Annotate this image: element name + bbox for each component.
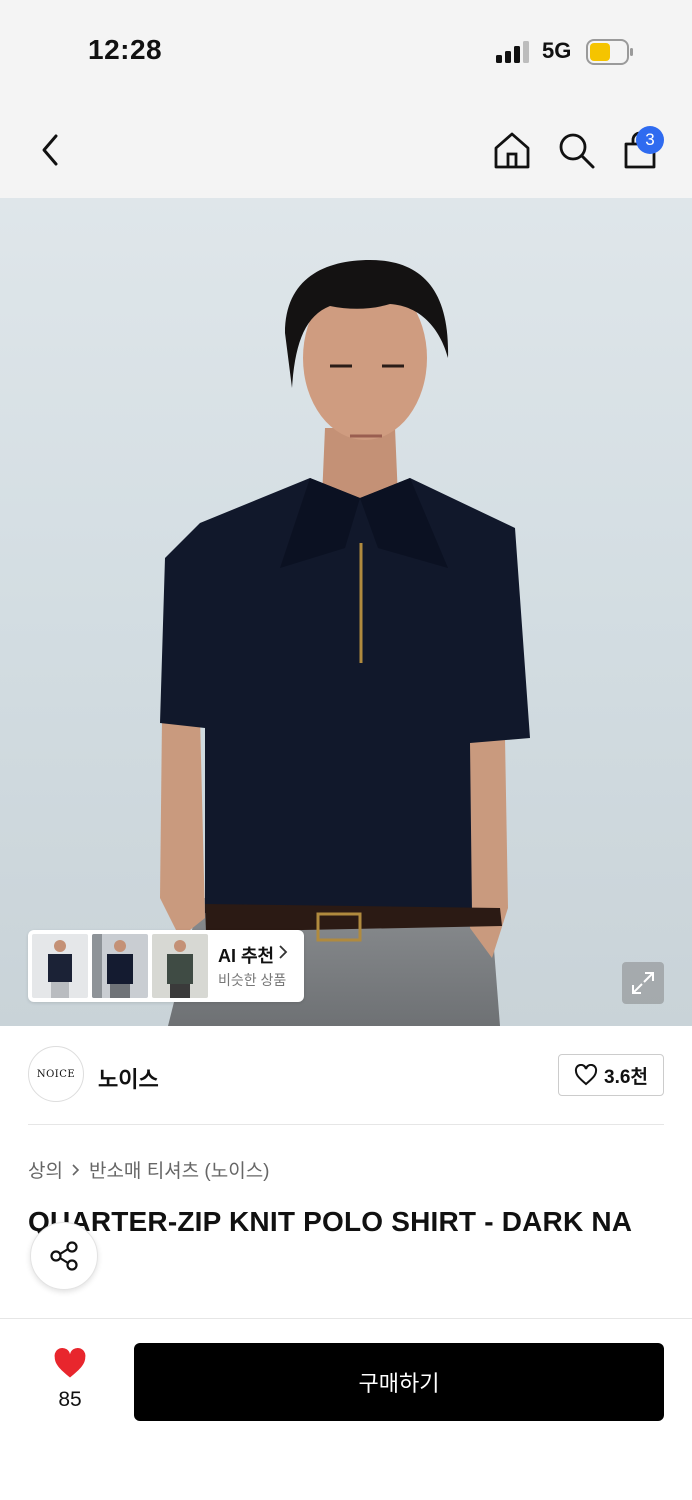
ai-recommend-title: AI 추천 bbox=[218, 946, 275, 966]
recommend-thumbnail[interactable] bbox=[152, 934, 208, 998]
cart-count-badge: 3 bbox=[636, 126, 664, 154]
product-title: QUARTER-ZIP KNIT POLO SHIRT - DARK NA bbox=[28, 1206, 633, 1237]
brand-name[interactable]: 노이스 bbox=[98, 1062, 159, 1094]
thumbnail-image bbox=[48, 940, 72, 998]
brand-logo-text: NOICE bbox=[36, 1068, 76, 1080]
expand-image-button[interactable] bbox=[622, 962, 664, 1004]
ai-recommend-card[interactable]: AI 추천 비슷한 상품 bbox=[28, 930, 304, 1002]
thumbnail-image bbox=[92, 934, 133, 998]
expand-icon bbox=[632, 972, 654, 994]
divider bbox=[28, 1124, 664, 1125]
chevron-left-icon bbox=[42, 134, 58, 166]
breadcrumb: 상의 반소매 티셔츠 (노이스) bbox=[28, 1156, 270, 1183]
brand-like-count: 3.6천 bbox=[604, 1066, 648, 1088]
brand-like-button[interactable]: 3.6천 bbox=[558, 1054, 664, 1096]
buy-button[interactable]: 구매하기 bbox=[134, 1343, 664, 1421]
network-type: 5G bbox=[542, 38, 572, 63]
brand-row: NOICE 노이스 3.6천 bbox=[0, 1026, 692, 1126]
signal-strength-icon bbox=[496, 41, 529, 63]
share-icon bbox=[50, 1241, 78, 1271]
top-nav-bar bbox=[0, 100, 692, 198]
product-title-container: QUARTER-ZIP KNIT POLO SHIRT - DARK NA bbox=[0, 1200, 692, 1244]
status-bar: 12:28 5G bbox=[0, 0, 692, 100]
chevron-right-icon bbox=[279, 945, 288, 959]
battery-icon bbox=[586, 39, 633, 65]
share-button[interactable] bbox=[30, 1222, 98, 1290]
ai-recommend-subtitle: 비슷한 상품 bbox=[218, 972, 287, 988]
product-image[interactable] bbox=[0, 198, 692, 1026]
search-button[interactable] bbox=[554, 128, 598, 172]
wishlist-button[interactable]: 85 bbox=[44, 1347, 96, 1412]
heart-outline-icon bbox=[575, 1064, 598, 1086]
recommend-thumbnail[interactable] bbox=[32, 934, 88, 998]
back-button[interactable] bbox=[28, 128, 72, 172]
brand-logo[interactable]: NOICE bbox=[28, 1046, 84, 1102]
heart-filled-icon bbox=[54, 1347, 86, 1378]
wishlist-count: 85 bbox=[58, 1388, 82, 1411]
status-time: 12:28 bbox=[88, 34, 163, 65]
chevron-right-icon bbox=[72, 1163, 80, 1176]
search-icon bbox=[559, 133, 595, 169]
home-icon bbox=[494, 132, 530, 169]
bottom-action-bar: 85 구매하기 bbox=[0, 1318, 692, 1500]
breadcrumb-subcategory[interactable]: 반소매 티셔츠 (노이스) bbox=[89, 1156, 270, 1183]
thumbnail-image bbox=[167, 940, 193, 998]
home-button[interactable] bbox=[490, 128, 534, 172]
recommend-thumbnail[interactable] bbox=[92, 934, 148, 998]
model-photo bbox=[160, 260, 530, 1026]
breadcrumb-category[interactable]: 상의 bbox=[28, 1156, 63, 1183]
